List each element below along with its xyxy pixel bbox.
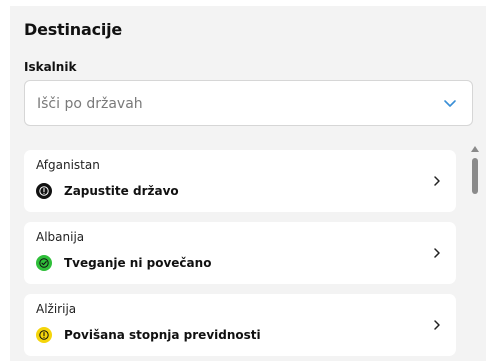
- country-name: Afganistan: [36, 158, 100, 172]
- status-text: Zapustite državo: [64, 184, 179, 198]
- chevron-right-icon: [434, 176, 440, 186]
- status-text: Tveganje ni povečano: [64, 256, 212, 270]
- page-title: Destinacije: [24, 20, 123, 39]
- country-card-afganistan[interactable]: Afganistan Zapustite državo: [24, 150, 456, 212]
- exclamation-icon: [36, 327, 52, 343]
- scrollbar[interactable]: [470, 146, 480, 361]
- exclamation-icon: [36, 183, 52, 199]
- search-label: Iskalnik: [24, 60, 77, 74]
- check-icon: [36, 255, 52, 271]
- country-card-alzirija[interactable]: Alžirija Povišana stopnja previdnosti: [24, 294, 456, 356]
- destinations-panel: Destinacije Iskalnik Afganistan Zapustit…: [10, 6, 486, 361]
- search-dropdown[interactable]: [24, 80, 473, 126]
- country-name: Albanija: [36, 230, 85, 244]
- scroll-up-arrow-icon[interactable]: [471, 146, 479, 152]
- chevron-down-icon[interactable]: [442, 95, 458, 111]
- country-list: Afganistan Zapustite državo Albanija Tve…: [24, 150, 456, 361]
- chevron-right-icon: [434, 248, 440, 258]
- scroll-thumb[interactable]: [472, 158, 478, 194]
- country-name: Alžirija: [36, 302, 77, 316]
- country-card-albanija[interactable]: Albanija Tveganje ni povečano: [24, 222, 456, 284]
- chevron-right-icon: [434, 320, 440, 330]
- search-input[interactable]: [37, 93, 427, 115]
- status-text: Povišana stopnja previdnosti: [64, 328, 261, 342]
